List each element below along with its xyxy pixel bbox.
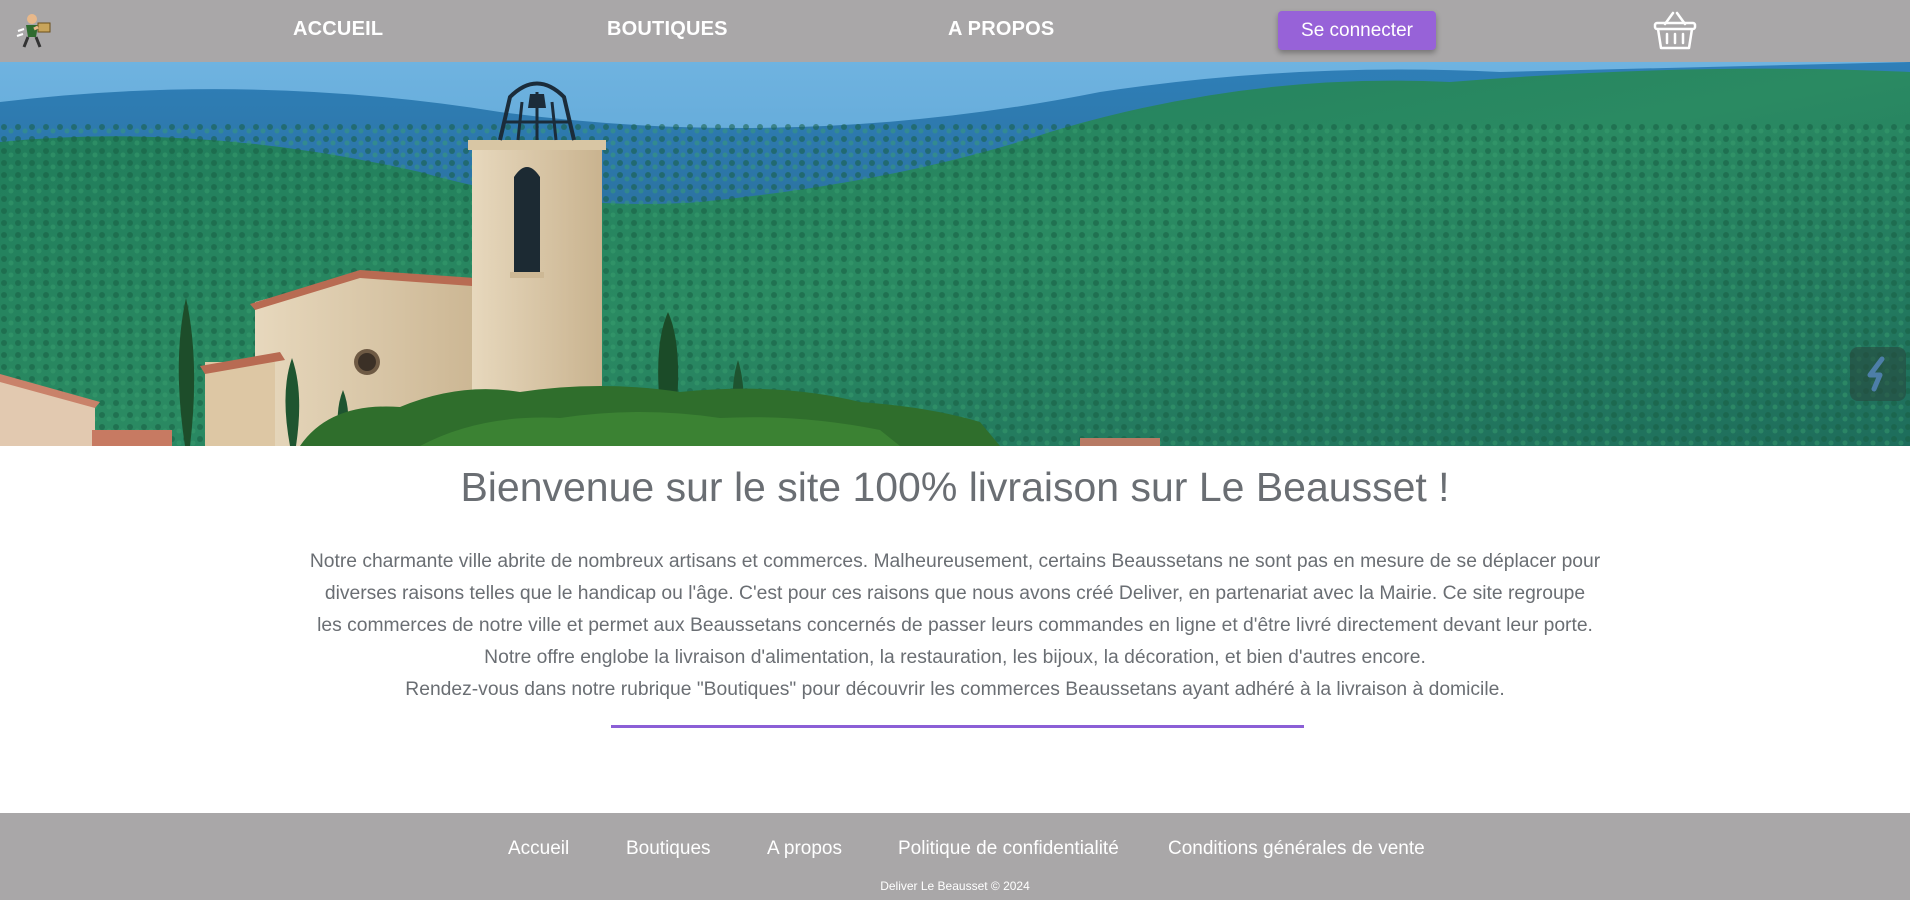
- footer-link-terms-of-sale[interactable]: Conditions générales de vente: [1168, 838, 1425, 860]
- intro-paragraph: Notre charmante ville abrite de nombreux…: [0, 546, 1910, 706]
- basket-icon[interactable]: [1652, 10, 1698, 52]
- footer-link-a-propos[interactable]: A propos: [767, 838, 842, 860]
- footer-link-boutiques[interactable]: Boutiques: [626, 838, 711, 860]
- hero-banner-image: [0, 62, 1910, 446]
- page-title: Bienvenue sur le site 100% livraison sur…: [460, 464, 1450, 510]
- top-navbar: ACCUEIL BOUTIQUES A PROPOS Se connecter: [0, 0, 1910, 62]
- intro-line: les commerces de notre ville et permet a…: [317, 615, 1593, 636]
- section-divider: [611, 725, 1304, 728]
- floating-widget-button[interactable]: [1850, 347, 1906, 401]
- footer: Accueil Boutiques A propos Politique de …: [0, 813, 1910, 900]
- nav-accueil[interactable]: ACCUEIL: [293, 18, 383, 41]
- copyright-text: Deliver Le Beausset © 2024: [880, 879, 1030, 893]
- nav-a-propos[interactable]: A PROPOS: [948, 18, 1054, 41]
- intro-line: Notre charmante ville abrite de nombreux…: [309, 551, 1601, 572]
- intro-line: Notre offre englobe la livraison d'alime…: [484, 647, 1426, 668]
- login-button[interactable]: Se connecter: [1278, 11, 1436, 50]
- footer-link-accueil[interactable]: Accueil: [508, 838, 569, 860]
- footer-link-privacy-policy[interactable]: Politique de confidentialité: [898, 838, 1119, 860]
- intro-line: Rendez-vous dans notre rubrique "Boutiqu…: [405, 679, 1505, 700]
- nav-boutiques[interactable]: BOUTIQUES: [607, 18, 728, 41]
- intro-line: diverses raisons telles que le handicap …: [324, 583, 1586, 604]
- delivery-person-logo-icon[interactable]: [14, 9, 56, 51]
